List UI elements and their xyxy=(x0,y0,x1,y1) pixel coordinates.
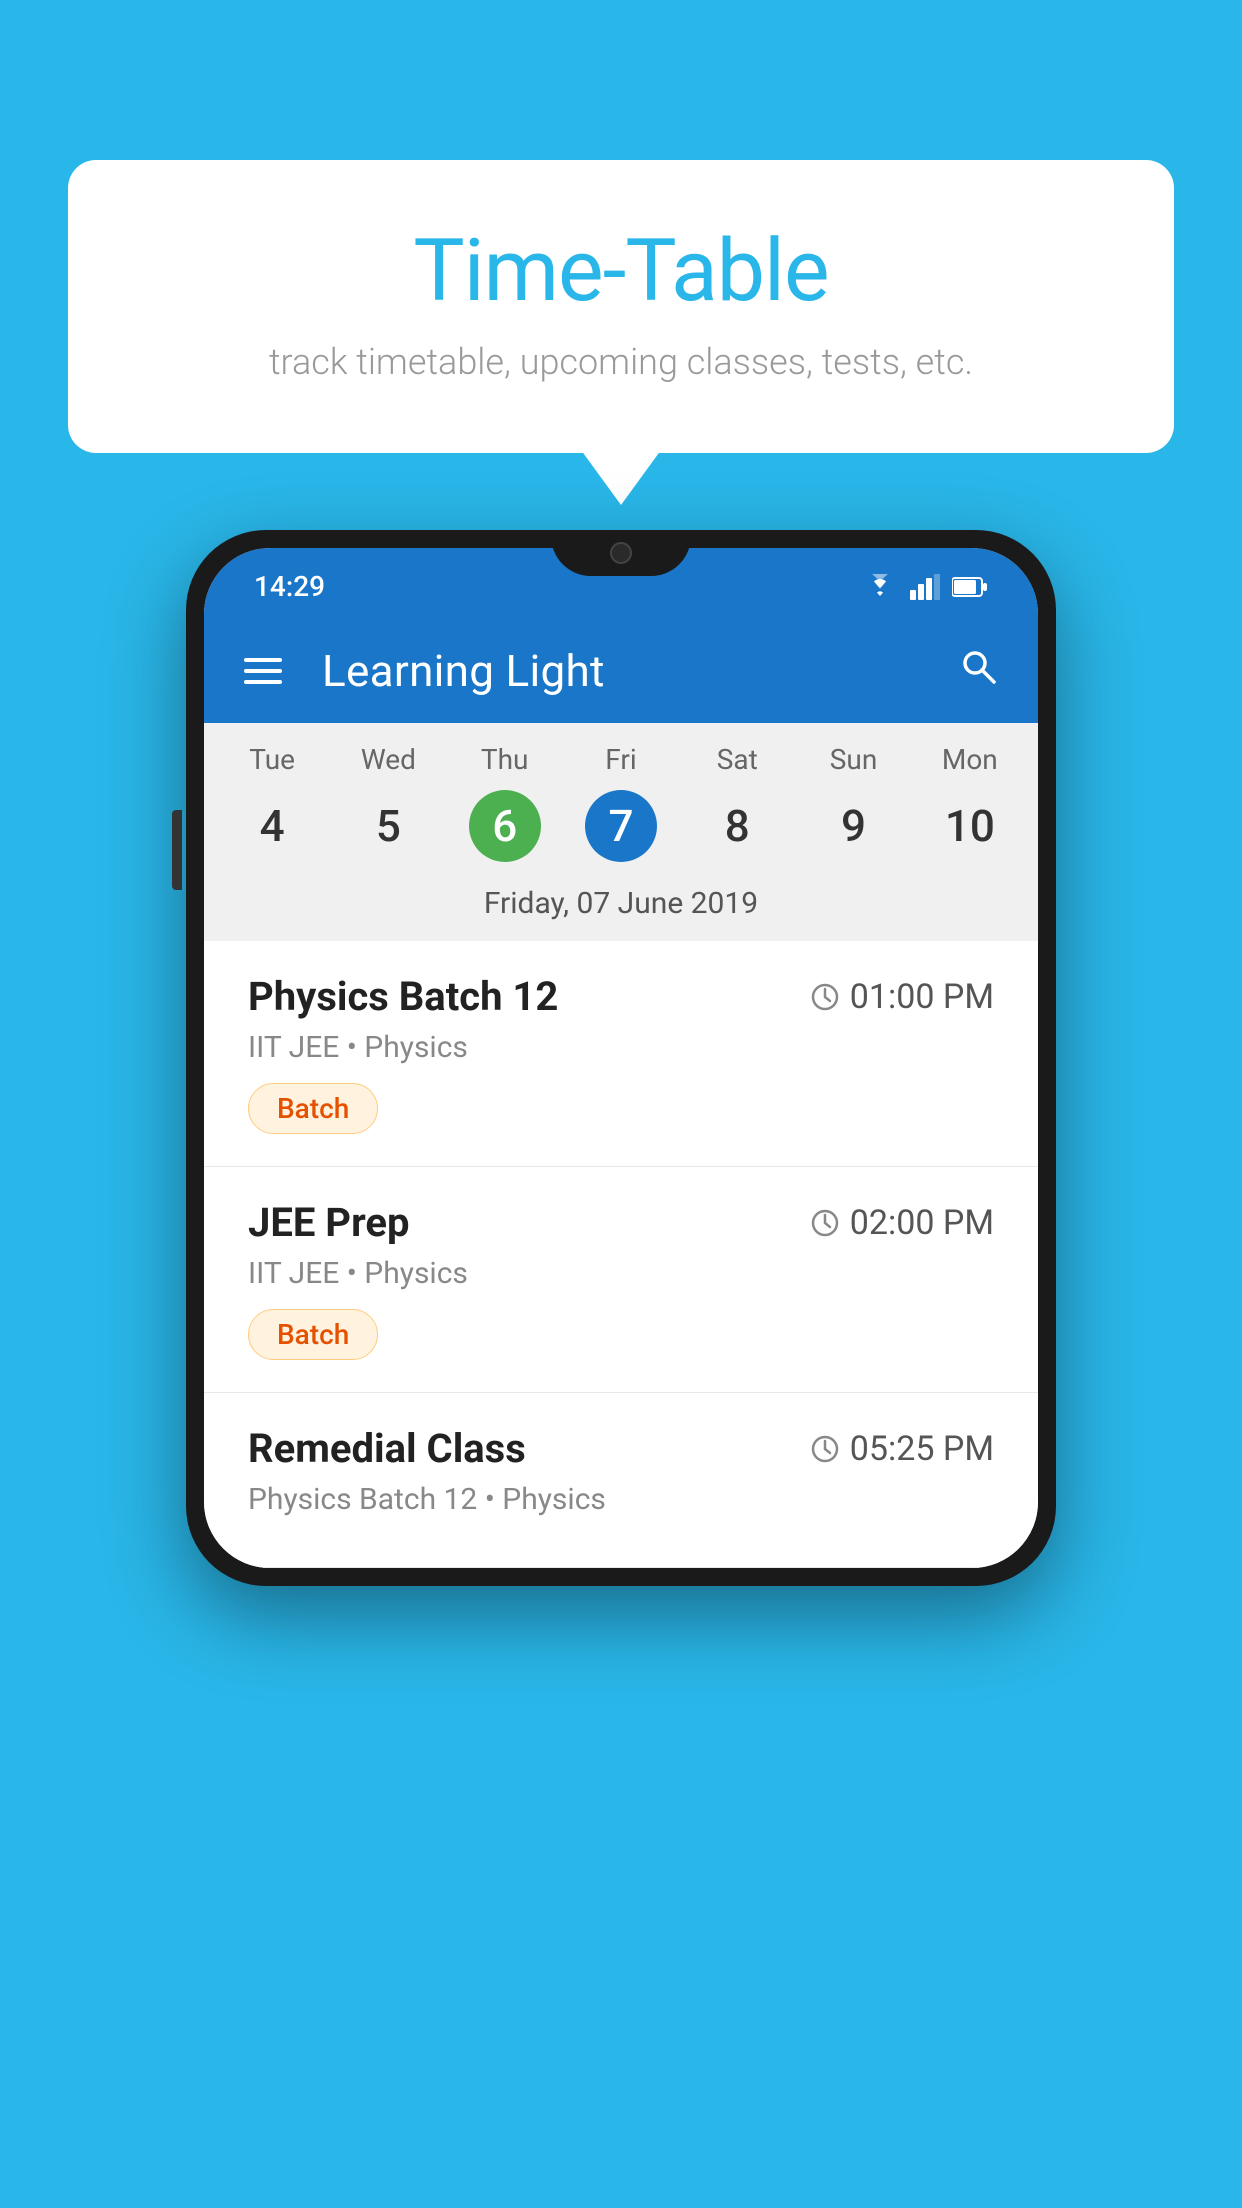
speech-bubble: Time-Table track timetable, upcoming cla… xyxy=(68,160,1174,453)
day-name: Mon xyxy=(942,743,998,776)
calendar-day[interactable]: Sun 9 xyxy=(795,743,911,862)
class-name: Physics Batch 12 xyxy=(248,973,558,1020)
calendar-day[interactable]: Fri 7 xyxy=(563,743,679,862)
day-number: 8 xyxy=(701,790,773,862)
day-number: 7 xyxy=(585,790,657,862)
page-subtitle: track timetable, upcoming classes, tests… xyxy=(148,341,1094,383)
day-number: 6 xyxy=(469,790,541,862)
day-name: Tue xyxy=(249,743,295,776)
front-camera xyxy=(610,542,632,564)
class-time: 05:25 PM xyxy=(810,1429,994,1469)
menu-icon[interactable] xyxy=(244,658,282,684)
calendar: Tue 4 Wed 5 Thu 6 Fri 7 Sat 8 Sun 9 Mon 10 Friday, 07… xyxy=(204,723,1038,941)
day-name: Wed xyxy=(361,743,416,776)
clock-icon xyxy=(810,982,840,1012)
clock-icon xyxy=(810,1208,840,1238)
day-number: 10 xyxy=(934,790,1006,862)
day-number: 5 xyxy=(352,790,424,862)
signal-icon xyxy=(910,574,940,600)
day-name: Fri xyxy=(605,743,636,776)
class-item[interactable]: Remedial Class 05:25 PM Physics Batch 12… xyxy=(204,1393,1038,1568)
status-time: 14:29 xyxy=(254,570,325,603)
days-row: Tue 4 Wed 5 Thu 6 Fri 7 Sat 8 Sun 9 Mon 10 xyxy=(204,723,1038,870)
phone-notch xyxy=(551,530,691,576)
batch-tag: Batch xyxy=(248,1309,378,1360)
day-name: Sat xyxy=(717,743,758,776)
app-header: Learning Light xyxy=(204,619,1038,723)
day-name: Thu xyxy=(481,743,529,776)
battery-icon xyxy=(952,576,988,598)
day-number: 9 xyxy=(818,790,890,862)
class-time: 01:00 PM xyxy=(810,977,994,1017)
calendar-day[interactable]: Mon 10 xyxy=(912,743,1028,862)
search-icon[interactable] xyxy=(958,646,998,696)
class-item[interactable]: JEE Prep 02:00 PM IIT JEE • Physics Batc… xyxy=(204,1167,1038,1393)
calendar-day[interactable]: Tue 4 xyxy=(214,743,330,862)
status-icons xyxy=(862,574,988,600)
calendar-day[interactable]: Thu 6 xyxy=(447,743,563,862)
class-name: Remedial Class xyxy=(248,1425,526,1472)
class-subject: IIT JEE • Physics xyxy=(248,1256,994,1291)
class-subject: Physics Batch 12 • Physics xyxy=(248,1482,994,1517)
class-name: JEE Prep xyxy=(248,1199,409,1246)
day-name: Sun xyxy=(830,743,878,776)
wifi-icon xyxy=(862,574,898,600)
class-subject: IIT JEE • Physics xyxy=(248,1030,994,1065)
app-title: Learning Light xyxy=(322,645,958,697)
clock-icon xyxy=(810,1434,840,1464)
calendar-day[interactable]: Sat 8 xyxy=(679,743,795,862)
calendar-day[interactable]: Wed 5 xyxy=(330,743,446,862)
batch-tag: Batch xyxy=(248,1083,378,1134)
selected-date-label: Friday, 07 June 2019 xyxy=(204,870,1038,941)
day-number: 4 xyxy=(236,790,308,862)
page-title: Time-Table xyxy=(148,220,1094,321)
class-item[interactable]: Physics Batch 12 01:00 PM IIT JEE • Phys… xyxy=(204,941,1038,1167)
class-time: 02:00 PM xyxy=(810,1203,994,1243)
phone-mockup: 14:29 xyxy=(81,530,1161,1586)
class-list: Physics Batch 12 01:00 PM IIT JEE • Phys… xyxy=(204,941,1038,1568)
